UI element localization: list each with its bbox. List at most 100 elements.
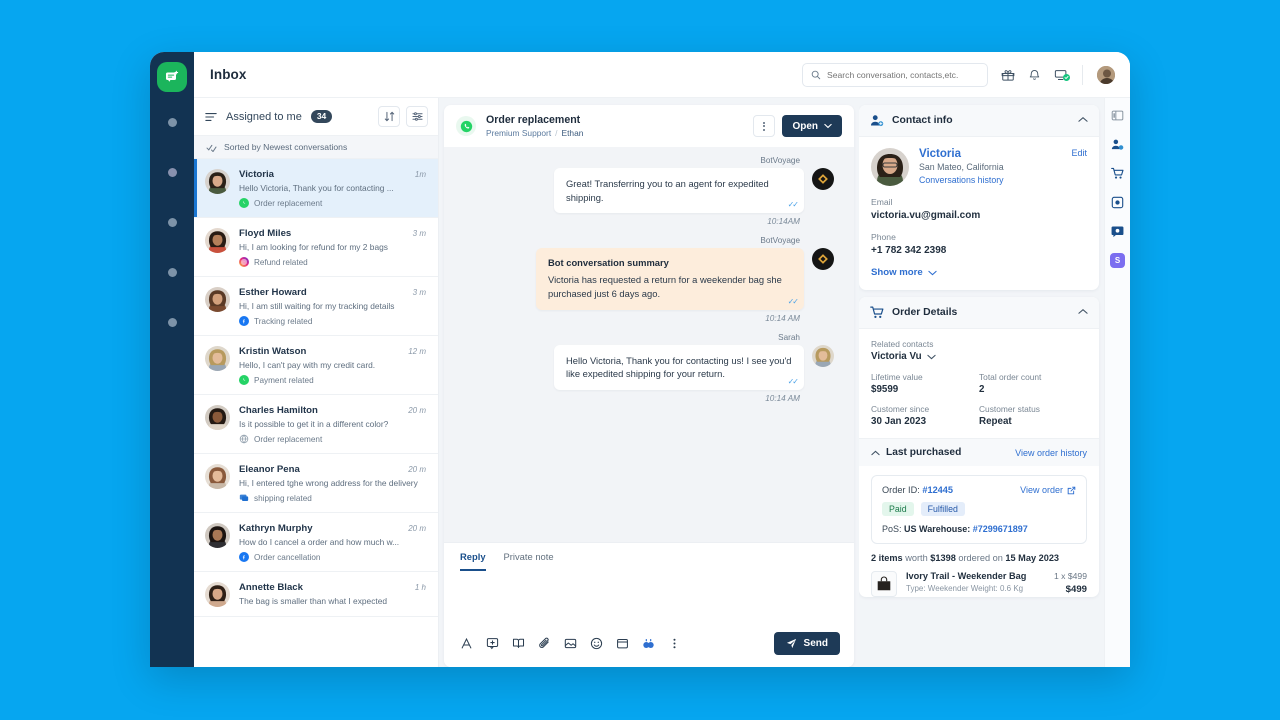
- product-qty: 1 x $499: [1054, 571, 1087, 581]
- divider: [1082, 64, 1083, 85]
- settings-icon[interactable]: [1110, 224, 1125, 239]
- text-format-icon[interactable]: [460, 637, 473, 650]
- tag: Tracking related: [239, 316, 426, 326]
- apps-icon[interactable]: [1110, 195, 1125, 210]
- chevron-up-icon: [871, 450, 880, 455]
- ai-assist-icon[interactable]: [642, 637, 655, 650]
- message-preview: Hello Victoria, Thank you for contacting…: [239, 183, 394, 193]
- last-purchased-header[interactable]: Last purchased View order history: [859, 438, 1099, 466]
- sort-icon[interactable]: [378, 106, 400, 127]
- nav-dot-1[interactable]: [167, 118, 177, 127]
- search-box[interactable]: [802, 62, 988, 87]
- list-item[interactable]: Victoria 1m Hello Victoria, Thank you fo…: [194, 159, 438, 218]
- search-input[interactable]: [827, 69, 979, 80]
- timestamp: 20 m: [408, 465, 426, 474]
- order-details-title: Order Details: [892, 307, 958, 318]
- reply-tabs[interactable]: Reply Private note: [444, 543, 854, 571]
- contact-info-card: Contact info Victoria San Mateo, Califor…: [859, 105, 1099, 290]
- tag: Payment related: [239, 375, 426, 385]
- panel-toggle-icon[interactable]: [1110, 108, 1125, 123]
- contact-icon[interactable]: [1110, 137, 1125, 152]
- canned-response-icon[interactable]: [486, 637, 499, 650]
- order-details-card: Order Details Related contacts Victoria …: [859, 297, 1099, 597]
- sorted-by-bar[interactable]: Sorted by Newest conversations: [194, 135, 438, 159]
- reply-toolbar: Send: [444, 626, 854, 667]
- message-list: BotVoyage Great! Transferring you to an …: [444, 147, 854, 542]
- emoji-icon[interactable]: [590, 637, 603, 650]
- list-item[interactable]: Esther Howard 3 m Hi, I am still waiting…: [194, 277, 438, 336]
- globe-icon: [239, 434, 249, 444]
- more-options-icon[interactable]: [753, 115, 776, 137]
- gift-icon[interactable]: [1001, 68, 1015, 82]
- nav-dot-2[interactable]: [167, 168, 177, 177]
- product-meta: Type: Weekender Weight: 0.6 Kg: [906, 584, 1024, 593]
- timestamp: 20 m: [408, 524, 426, 533]
- attachment-icon[interactable]: [538, 637, 551, 650]
- view-order-link[interactable]: View order: [1020, 485, 1076, 495]
- related-contact-value[interactable]: Victoria Vu: [871, 351, 922, 362]
- image-icon[interactable]: [564, 637, 577, 650]
- show-more-button[interactable]: Show more: [871, 267, 1087, 278]
- screen-check-icon[interactable]: [1054, 68, 1070, 82]
- contact-info-header[interactable]: Contact info: [859, 105, 1099, 137]
- more-options-icon[interactable]: [668, 637, 681, 650]
- read-receipt-icon: ✓✓: [787, 296, 799, 306]
- order-field: Total order count 2: [979, 372, 1087, 395]
- facebook-icon: [239, 552, 249, 562]
- message-group: BotVoyage Bot conversation summary Victo…: [464, 236, 834, 323]
- list-item[interactable]: Annette Black 1 h The bag is smaller tha…: [194, 572, 438, 617]
- chat-logo-icon[interactable]: [157, 62, 187, 92]
- nav-dot-3[interactable]: [167, 218, 177, 227]
- facebook-icon: [239, 316, 249, 326]
- list-item[interactable]: Eleanor Pena 20 m Hi, I entered tghe wro…: [194, 454, 438, 513]
- sorted-by-label: Sorted by Newest conversations: [224, 142, 348, 152]
- contact-name[interactable]: Victoria: [919, 148, 1004, 160]
- message-preview: The bag is smaller than what I expected: [239, 596, 388, 606]
- order-field: Lifetime value $9599: [871, 372, 979, 395]
- nav-dot-4[interactable]: [167, 268, 177, 277]
- knowledge-base-icon[interactable]: [512, 637, 525, 650]
- order-details-header[interactable]: Order Details: [859, 297, 1099, 329]
- conversation-agent: Ethan: [561, 128, 584, 138]
- list-item[interactable]: Charles Hamilton 20 m Is it possible to …: [194, 395, 438, 454]
- send-button[interactable]: Send: [773, 632, 840, 655]
- message-text: Hello Victoria, Thank you for contacting…: [566, 354, 792, 380]
- edit-contact-link[interactable]: Edit: [1071, 148, 1087, 158]
- send-label: Send: [803, 638, 828, 649]
- conversations-history-link[interactable]: Conversations history: [919, 175, 1004, 185]
- field-label: Total order count: [979, 372, 1042, 382]
- bell-icon[interactable]: [1028, 68, 1041, 81]
- menu-lines-icon[interactable]: [205, 112, 217, 122]
- cart-icon[interactable]: [1110, 166, 1125, 181]
- order-field: Customer status Repeat: [979, 404, 1087, 427]
- message-bubble: Hello Victoria, Thank you for contacting…: [554, 344, 804, 390]
- product-row: Ivory Trail - Weekender Bag Type: Weeken…: [871, 571, 1087, 597]
- conversation-items[interactable]: Victoria 1m Hello Victoria, Thank you fo…: [194, 159, 438, 667]
- nav-dot-5[interactable]: [167, 318, 177, 327]
- tag-label: Payment related: [254, 375, 314, 385]
- user-avatar[interactable]: [1096, 64, 1116, 85]
- pos-warehouse: US Warehouse:: [904, 524, 971, 534]
- tab-private-note[interactable]: Private note: [504, 551, 554, 571]
- message-sender: BotVoyage: [760, 236, 800, 246]
- list-item[interactable]: Kristin Watson 12 m Hello, I can't pay w…: [194, 336, 438, 395]
- right-panel: Contact info Victoria San Mateo, Califor…: [859, 98, 1104, 667]
- avatar: [205, 464, 230, 489]
- shopify-icon[interactable]: S: [1110, 253, 1125, 268]
- product-total: $499: [1065, 584, 1087, 595]
- calendar-icon[interactable]: [616, 637, 629, 650]
- order-id-value: #12445: [922, 485, 954, 495]
- status-label: Open: [792, 120, 818, 132]
- contact-name: Eleanor Pena: [239, 464, 300, 475]
- pos-line: PoS: US Warehouse: #7299671897: [882, 524, 1076, 534]
- chevron-up-icon[interactable]: [1078, 307, 1088, 318]
- view-order-history-link[interactable]: View order history: [1015, 448, 1087, 458]
- tab-reply[interactable]: Reply: [460, 551, 486, 571]
- list-item[interactable]: Kathryn Murphy 20 m How do I cancel a or…: [194, 513, 438, 572]
- reply-input[interactable]: [444, 571, 854, 626]
- list-item[interactable]: Floyd Miles 3 m Hi, I am looking for ref…: [194, 218, 438, 277]
- status-dropdown-button[interactable]: Open: [782, 115, 842, 137]
- filter-icon[interactable]: [406, 106, 428, 127]
- chevron-up-icon[interactable]: [1078, 115, 1088, 126]
- message-title: Bot conversation summary: [548, 257, 669, 269]
